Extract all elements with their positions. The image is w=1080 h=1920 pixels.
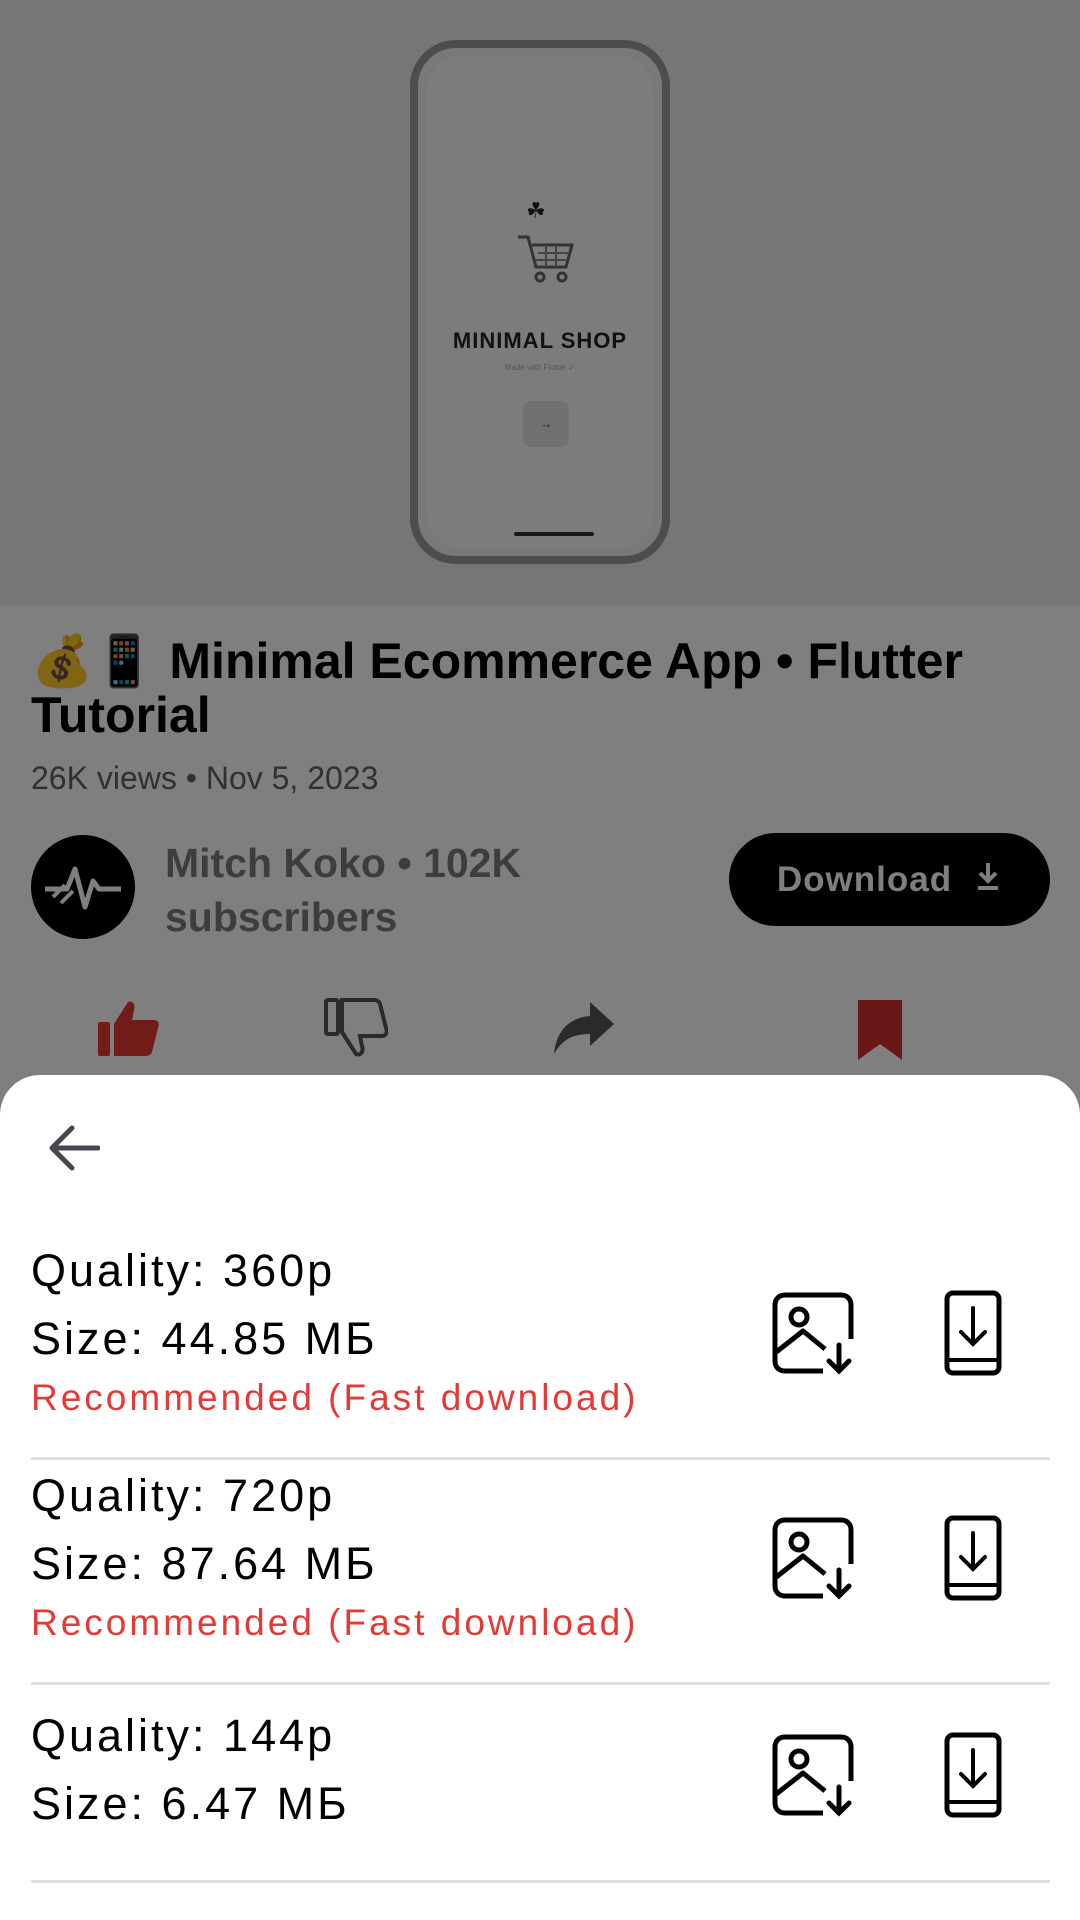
- save-to-gallery-icon: [771, 1516, 855, 1605]
- download-to-device-button[interactable]: [930, 1290, 1016, 1380]
- quality-label: Quality: 720p: [31, 1470, 336, 1521]
- quality-label: Quality: 144p: [31, 1710, 336, 1761]
- app-root: ☘ MINIMAL SHOP Made with Flutter ✓ →: [0, 0, 1080, 1920]
- arrow-left-icon: [46, 1124, 101, 1177]
- size-label: Size: 6.47 МБ: [31, 1778, 350, 1829]
- back-button[interactable]: [40, 1117, 106, 1183]
- quality-option-720p[interactable]: Quality: 720p Size: 87.64 МБ Recommended…: [31, 1470, 1050, 1643]
- save-to-gallery-icon: [771, 1291, 855, 1380]
- quality-option-360p[interactable]: Quality: 360p Size: 44.85 МБ Recommended…: [31, 1245, 1050, 1418]
- save-to-gallery-button[interactable]: [770, 1290, 856, 1380]
- size-label: Size: 44.85 МБ: [31, 1313, 378, 1364]
- save-to-gallery-button[interactable]: [770, 1515, 856, 1605]
- divider: [31, 1682, 1050, 1685]
- download-to-device-icon: [944, 1515, 1002, 1606]
- download-to-device-button[interactable]: [930, 1515, 1016, 1605]
- divider: [31, 1457, 1050, 1460]
- save-to-gallery-icon: [771, 1733, 855, 1822]
- download-options-sheet: Quality: 360p Size: 44.85 МБ Recommended…: [0, 1075, 1080, 1920]
- size-label: Size: 87.64 МБ: [31, 1538, 378, 1589]
- download-to-device-icon: [944, 1290, 1002, 1381]
- save-to-gallery-button[interactable]: [770, 1732, 856, 1822]
- quality-option-144p[interactable]: Quality: 144p Size: 6.47 МБ: [31, 1710, 1050, 1840]
- recommended-note: Recommended (Fast download): [31, 1602, 639, 1643]
- download-to-device-icon: [944, 1732, 1002, 1823]
- recommended-note: Recommended (Fast download): [31, 1377, 639, 1418]
- quality-label: Quality: 360p: [31, 1245, 336, 1296]
- download-to-device-button[interactable]: [930, 1732, 1016, 1822]
- divider: [31, 1880, 1050, 1883]
